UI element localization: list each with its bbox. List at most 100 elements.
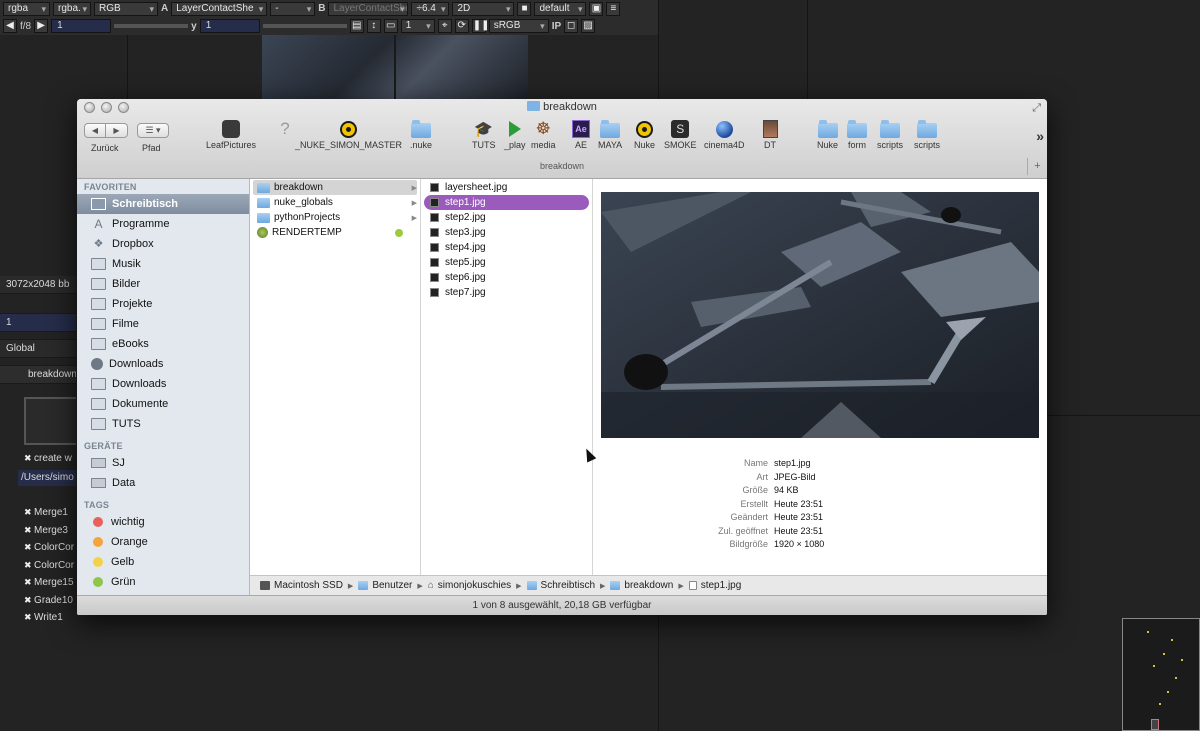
- sidebar-item[interactable]: Downloads: [77, 354, 249, 374]
- path-segment[interactable]: ⌂ simonjokuschies: [428, 580, 511, 591]
- sidebar-item[interactable]: SJ: [77, 453, 249, 473]
- path-view-button[interactable]: ☰ ▾: [137, 123, 169, 138]
- file-item[interactable]: step1.jpg: [424, 195, 589, 210]
- toolbar-item[interactable]: Ae AE: [571, 120, 591, 150]
- sidebar-item[interactable]: ❖ Dropbox: [77, 234, 249, 254]
- sidebar-item[interactable]: Data: [77, 473, 249, 493]
- folder-item[interactable]: RENDERTEMP: [253, 225, 417, 240]
- file-item[interactable]: step7.jpg: [424, 285, 589, 300]
- sidebar-item[interactable]: A Programme: [77, 214, 249, 234]
- sidebar-item[interactable]: Grün: [77, 572, 249, 592]
- sidebar-item[interactable]: Bilder: [77, 274, 249, 294]
- toolbar-item[interactable]: form: [847, 120, 867, 150]
- toolbar-item[interactable]: ?: [275, 119, 295, 140]
- toolbar-item[interactable]: scripts: [914, 120, 940, 150]
- file-path-field[interactable]: /Users/simo: [18, 470, 76, 486]
- folder-item[interactable]: breakdown ▶: [253, 180, 417, 195]
- sidebar-item[interactable]: Dokumente: [77, 394, 249, 414]
- toolbar-item[interactable]: Nuke: [634, 120, 655, 150]
- refresh-icon[interactable]: ⟳: [454, 19, 469, 33]
- sidebar-item[interactable]: wichtig: [77, 512, 249, 532]
- path-segment[interactable]: Macintosh SSD: [260, 580, 343, 591]
- stripes-icon[interactable]: ▨: [581, 19, 596, 33]
- sidebar-item[interactable]: eBooks: [77, 334, 249, 354]
- toolbar-item[interactable]: _play: [504, 120, 526, 150]
- path-segment[interactable]: step1.jpg: [688, 580, 741, 591]
- path-segment[interactable]: breakdown: [610, 580, 673, 591]
- frame-field[interactable]: 1: [51, 19, 112, 33]
- file-item[interactable]: step4.jpg: [424, 240, 589, 255]
- input-a-dropdown[interactable]: LayerContactShe: [171, 1, 268, 16]
- next-stop-icon[interactable]: ▶: [34, 19, 49, 33]
- node-item[interactable]: Merge1: [24, 507, 68, 518]
- sidebar-item[interactable]: Gelb: [77, 552, 249, 572]
- toolbar-item[interactable]: S SMOKE: [664, 120, 697, 150]
- gain-dropdown[interactable]: ÷6.4: [411, 1, 450, 16]
- node-item[interactable]: Grade10: [24, 595, 73, 606]
- wipe-icon[interactable]: ◻: [564, 19, 579, 33]
- minimap-viewport[interactable]: [1151, 719, 1159, 730]
- toolbar-item[interactable]: scripts: [877, 120, 903, 150]
- sidebar-item[interactable]: Filme: [77, 314, 249, 334]
- colorspace-dropdown[interactable]: RGB: [94, 1, 158, 16]
- lock-icon[interactable]: ■: [517, 1, 532, 16]
- gain-slider[interactable]: [114, 24, 189, 28]
- file-item[interactable]: step5.jpg: [424, 255, 589, 270]
- sidebar-item[interactable]: TUTS: [77, 414, 249, 434]
- back-button[interactable]: ◀: [84, 123, 106, 138]
- toolbar-item[interactable]: DT: [760, 120, 780, 150]
- input-process-label[interactable]: IP: [552, 21, 561, 32]
- node-graph-minimap[interactable]: [1122, 618, 1200, 731]
- crosshair-icon[interactable]: ⌖: [437, 19, 452, 33]
- add-tab-button[interactable]: +: [1027, 158, 1047, 175]
- fstop-value[interactable]: f/8: [20, 21, 31, 32]
- display-icon[interactable]: ▭: [383, 19, 398, 33]
- node-item[interactable]: Merge15: [24, 577, 73, 588]
- toolbar-item[interactable]: LeafPictures: [206, 120, 256, 150]
- toolbar-item[interactable]: .nuke: [410, 120, 432, 150]
- path-segment[interactable]: Schreibtisch: [526, 580, 595, 591]
- forward-button[interactable]: ▶: [106, 123, 128, 138]
- sidebar-item[interactable]: Schreibtisch: [77, 194, 249, 214]
- blend-mode-dropdown[interactable]: -: [270, 1, 316, 16]
- sidebar-item[interactable]: Musik: [77, 254, 249, 274]
- fullscreen-icon[interactable]: ⤢: [1032, 102, 1041, 115]
- toolbar-item[interactable]: Nuke: [817, 120, 838, 150]
- folder-item[interactable]: pythonProjects ▶: [253, 210, 417, 225]
- clip-icon[interactable]: ↕: [366, 19, 381, 33]
- sidebar-item[interactable]: Projekte: [77, 294, 249, 314]
- folder-item[interactable]: nuke_globals ▶: [253, 195, 417, 210]
- node-item[interactable]: Write1: [24, 612, 63, 623]
- fit-icon[interactable]: ▣: [589, 1, 604, 16]
- lut-dropdown[interactable]: default: [534, 1, 587, 16]
- file-item[interactable]: layersheet.jpg: [424, 180, 589, 195]
- file-item[interactable]: step2.jpg: [424, 210, 589, 225]
- pause-icon[interactable]: ❚❚: [471, 19, 489, 33]
- frame-input[interactable]: 1: [0, 314, 76, 332]
- menu-icon[interactable]: ≡: [606, 1, 621, 16]
- node-item[interactable]: ColorCor: [24, 560, 74, 571]
- file-item[interactable]: step6.jpg: [424, 270, 589, 285]
- tab-breakdown[interactable]: breakdown: [0, 366, 76, 384]
- node-item[interactable]: ColorCor: [24, 542, 74, 553]
- toolbar-item[interactable]: 🎓 TUTS: [472, 120, 496, 150]
- toolbar-item[interactable]: ☸ media: [531, 120, 556, 151]
- gamma-slider[interactable]: [262, 24, 347, 28]
- toolbar-overflow-icon[interactable]: »: [1036, 128, 1044, 144]
- create-node[interactable]: create w: [24, 453, 72, 464]
- file-item[interactable]: step3.jpg: [424, 225, 589, 240]
- toolbar-item[interactable]: _NUKE_SIMON_MASTER: [295, 120, 402, 150]
- input-b-dropdown[interactable]: LayerContactShe: [328, 1, 409, 16]
- display-lut-dropdown[interactable]: sRGB: [488, 19, 549, 33]
- frame-dropdown[interactable]: 1: [400, 19, 435, 33]
- view-mode-dropdown[interactable]: 2D: [452, 1, 515, 16]
- sidebar-item[interactable]: Orange: [77, 532, 249, 552]
- roi-icon[interactable]: ▤: [349, 19, 364, 33]
- scope-dropdown[interactable]: Global: [0, 340, 76, 358]
- path-segment[interactable]: Benutzer: [358, 580, 412, 591]
- alpha-channel-dropdown[interactable]: rgba.: [53, 1, 91, 16]
- toolbar-item[interactable]: cinema4D: [704, 120, 745, 150]
- sidebar-item[interactable]: Downloads: [77, 374, 249, 394]
- prev-stop-icon[interactable]: ◀: [3, 19, 17, 33]
- channels-dropdown[interactable]: rgba: [3, 1, 50, 16]
